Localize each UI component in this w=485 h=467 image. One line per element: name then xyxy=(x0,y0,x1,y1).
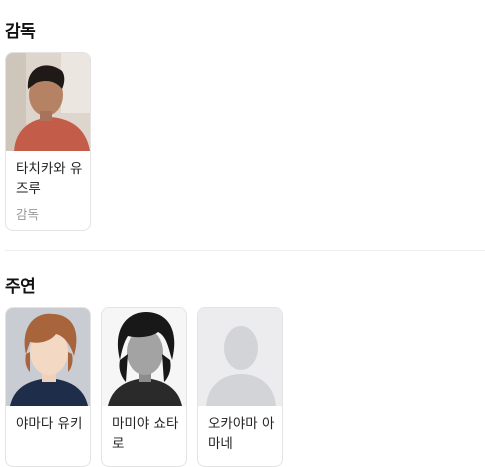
director-section-title: 감독 xyxy=(5,22,36,42)
person-photo[interactable] xyxy=(6,308,90,406)
person-card-cast[interactable]: 마미야 쇼타로 xyxy=(101,307,187,467)
person-name[interactable]: 오카야마 아마네 xyxy=(208,414,276,454)
person-card-cast[interactable]: 오카야마 아마네 xyxy=(197,307,283,467)
person-role: 감독 xyxy=(16,207,40,222)
person-name[interactable]: 타치카와 유즈루 xyxy=(16,159,84,199)
person-card-director[interactable]: 타치카와 유즈루 감독 xyxy=(5,52,91,231)
cast-section-title: 주연 xyxy=(5,277,36,297)
person-card-cast[interactable]: 야마다 유키 xyxy=(5,307,91,467)
person-name[interactable]: 야마다 유키 xyxy=(16,414,84,434)
person-name[interactable]: 마미야 쇼타로 xyxy=(112,414,180,454)
section-divider xyxy=(5,250,485,251)
person-placeholder-icon[interactable] xyxy=(198,308,282,406)
person-photo[interactable] xyxy=(6,53,90,151)
person-photo[interactable] xyxy=(102,308,186,406)
